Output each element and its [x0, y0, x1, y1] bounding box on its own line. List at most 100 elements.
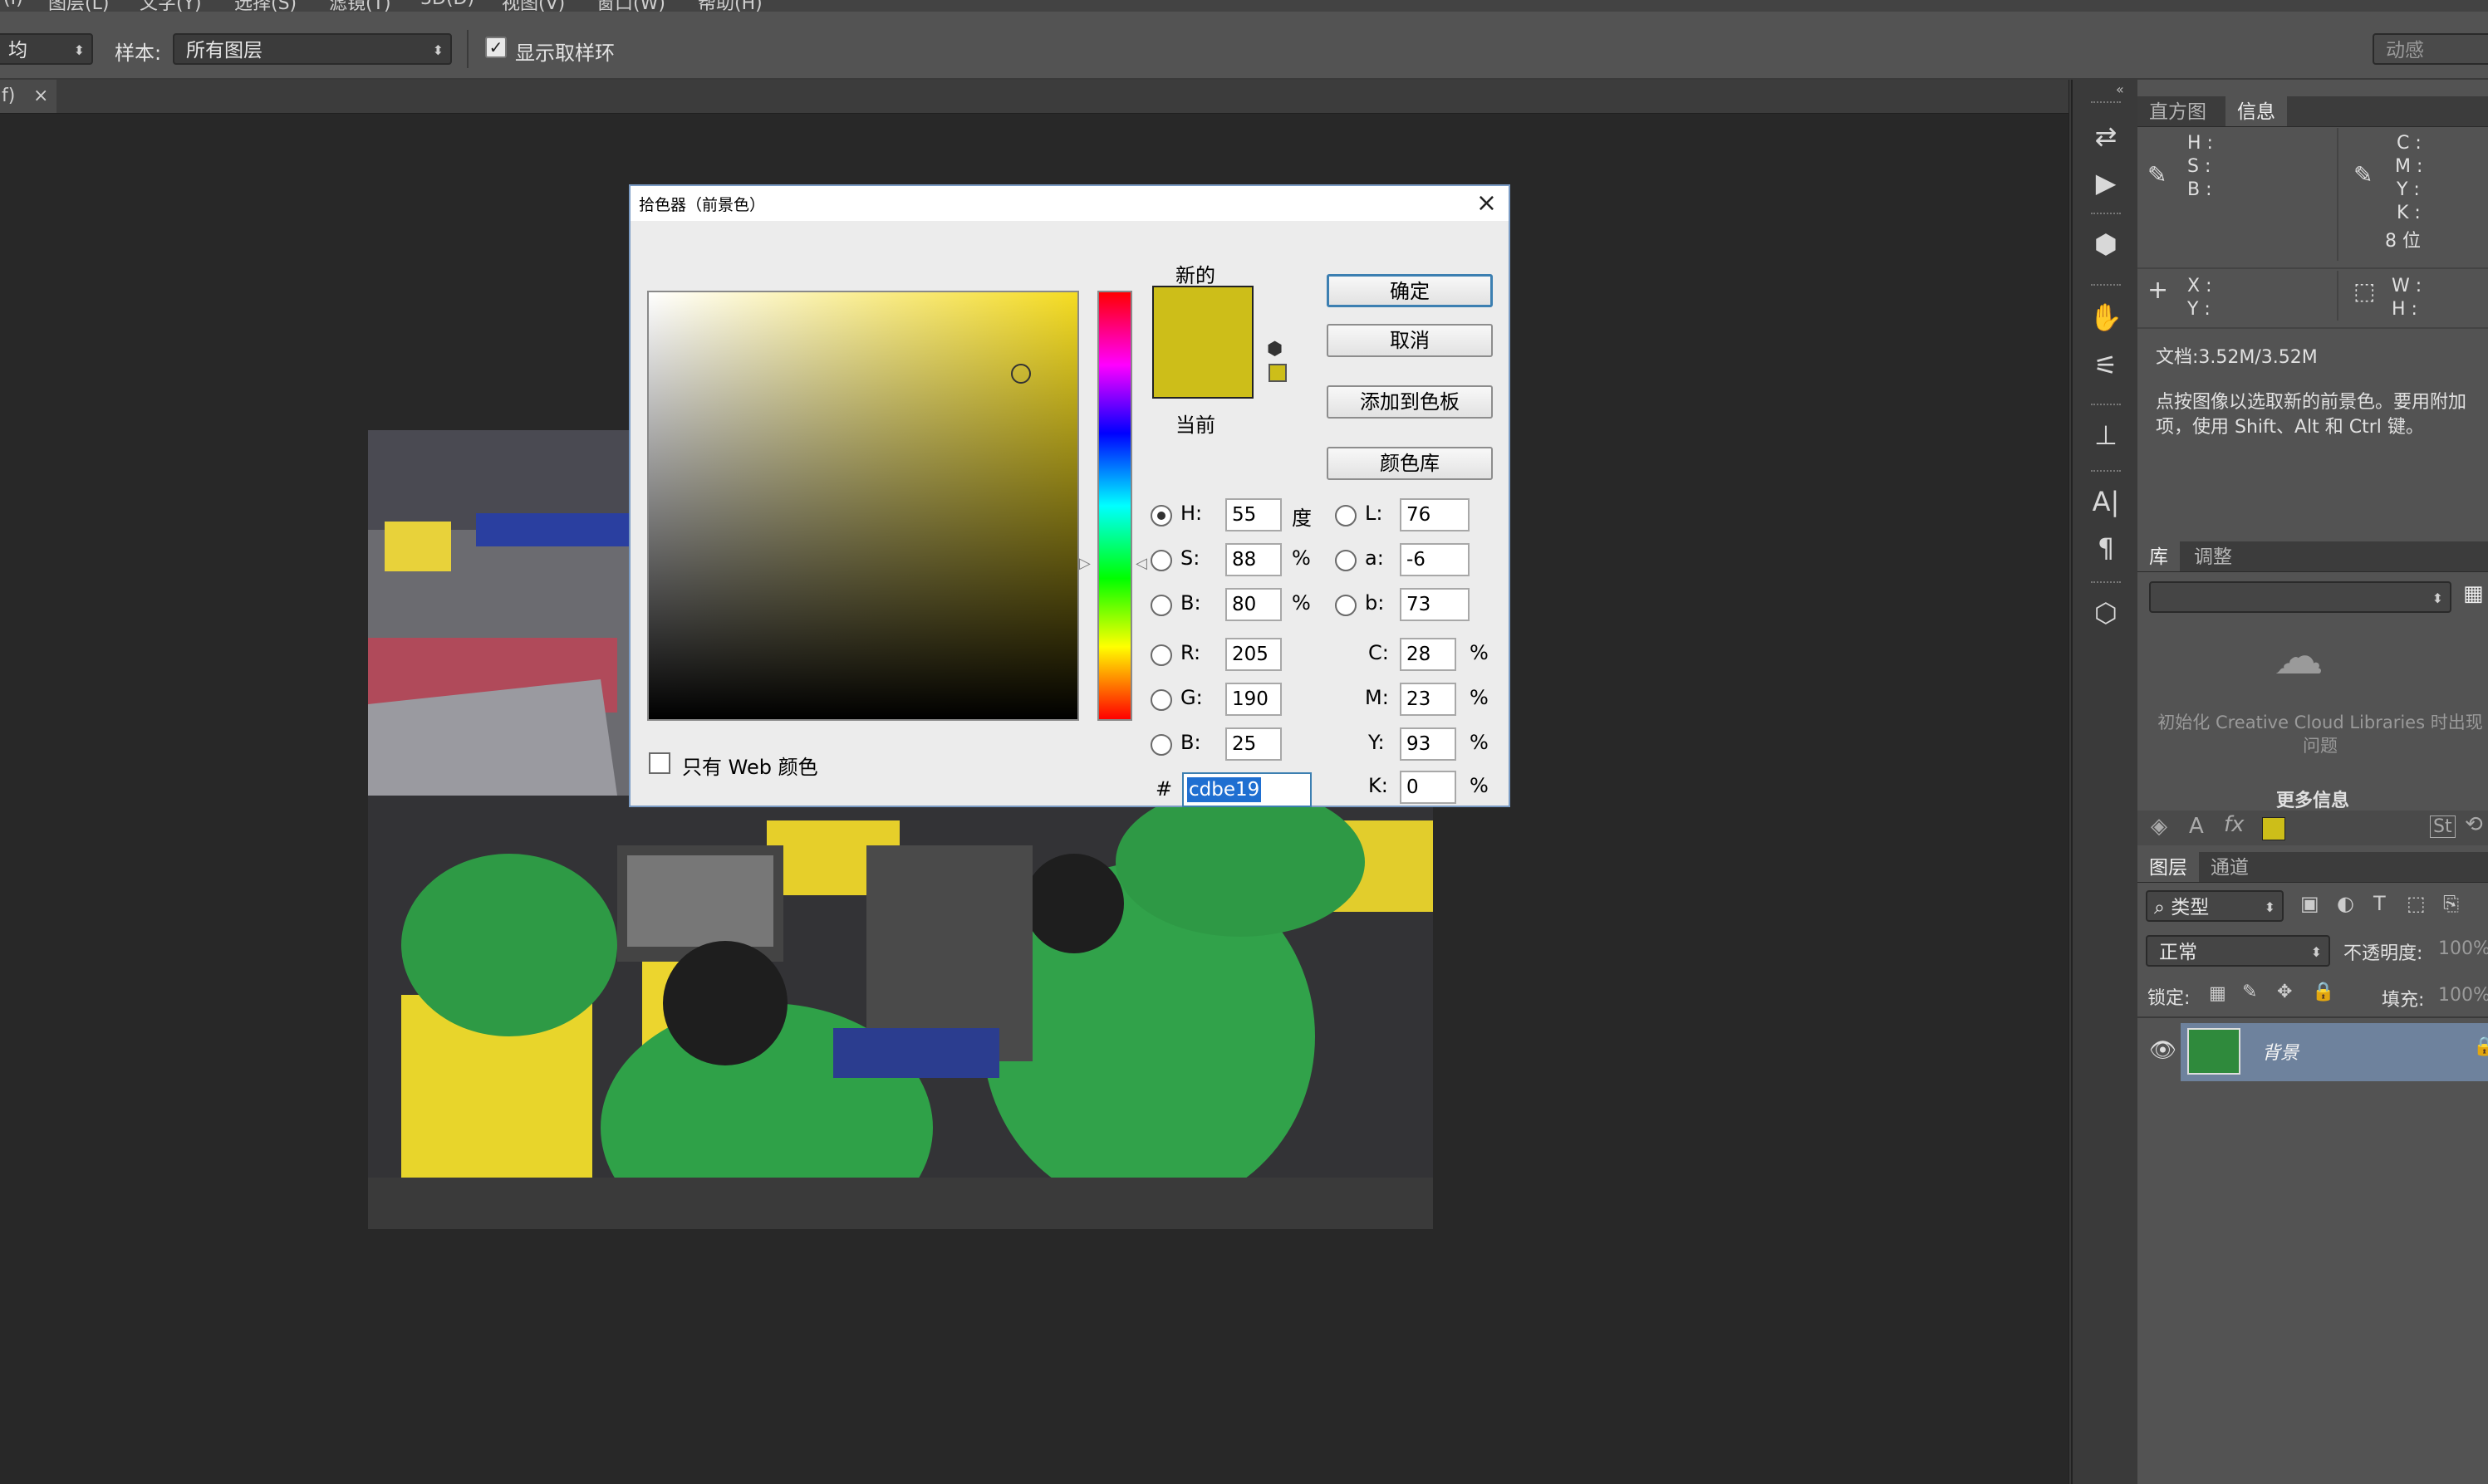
blend-mode-select[interactable]: 正常 ⬍: [2146, 935, 2330, 967]
r-field[interactable]: 205: [1225, 638, 1282, 671]
hue-slider-right-arrow-icon[interactable]: ◁: [1136, 555, 1147, 572]
grip[interactable]: [2091, 581, 2121, 588]
blue-field[interactable]: 25: [1225, 727, 1282, 761]
fill-field[interactable]: 100%: [2438, 985, 2488, 1006]
layer-kind-filter[interactable]: ⌕ 类型 ⬍: [2146, 890, 2284, 922]
s-field[interactable]: 88: [1225, 543, 1282, 576]
document-tab[interactable]: f) ×: [0, 80, 56, 113]
lock-paint-icon[interactable]: ✎: [2242, 982, 2257, 1002]
tab-histogram[interactable]: 直方图: [2137, 96, 2218, 126]
play-actions-icon[interactable]: ▶: [2088, 164, 2124, 201]
add-graphic-icon[interactable]: ◈: [2151, 814, 2167, 839]
3d-icon[interactable]: ⬢: [2088, 226, 2124, 262]
brush-settings-icon[interactable]: ⚟: [2088, 347, 2124, 384]
menu-item[interactable]: (I): [3, 0, 23, 9]
menu-item-view[interactable]: 视图(V): [502, 0, 565, 12]
more-info-link[interactable]: 更多信息: [2137, 786, 2488, 812]
opacity-field[interactable]: 100%: [2438, 938, 2488, 959]
grip[interactable]: [2091, 470, 2121, 477]
layer-row[interactable]: 👁 背景 🔒: [2137, 1023, 2488, 1081]
collapse-arrows-icon[interactable]: «: [2116, 81, 2124, 97]
ok-button[interactable]: 确定: [1327, 274, 1493, 307]
menu-item-3d[interactable]: 3D(D): [420, 0, 474, 9]
sample-layers-select[interactable]: 所有图层 ⬍: [173, 33, 452, 65]
add-text-icon[interactable]: A: [2189, 814, 2204, 839]
radio-a[interactable]: [1335, 550, 1357, 571]
tab-adjustments[interactable]: 调整: [2182, 541, 2244, 571]
tab-layers[interactable]: 图层: [2137, 852, 2199, 882]
saturation-brightness-field[interactable]: [647, 291, 1079, 721]
clone-source-icon[interactable]: ⊥: [2088, 417, 2124, 453]
lab-b-field[interactable]: 73: [1400, 588, 1470, 621]
brush-icon[interactable]: ✋: [2088, 299, 2124, 335]
filter-type-icon[interactable]: T: [2373, 892, 2386, 915]
menu-item-filter[interactable]: 滤镜(T): [329, 0, 391, 12]
hue-slider-left-arrow-icon[interactable]: ▷: [1079, 555, 1091, 572]
dialog-title-bar[interactable]: 拾色器（前景色） ×: [631, 186, 1509, 221]
gamut-swatch[interactable]: [1269, 364, 1287, 382]
menu-item-window[interactable]: 窗口(W): [596, 0, 665, 12]
grip[interactable]: [2091, 213, 2121, 219]
tab-channels[interactable]: 通道: [2199, 852, 2260, 882]
cancel-button[interactable]: 取消: [1327, 324, 1493, 357]
show-ring-checkbox[interactable]: ✓: [485, 37, 507, 58]
character-icon[interactable]: A|: [2088, 483, 2124, 520]
k-field[interactable]: 0: [1400, 771, 1456, 804]
m-field[interactable]: 23: [1400, 683, 1456, 716]
history-icon[interactable]: ⇄: [2088, 118, 2124, 154]
library-select[interactable]: ⬍: [2149, 581, 2451, 613]
radio-brightness[interactable]: [1151, 595, 1172, 616]
menu-item-help[interactable]: 帮助(H): [698, 0, 763, 12]
add-to-swatches-button[interactable]: 添加到色板: [1327, 385, 1493, 419]
tab-libraries[interactable]: 库: [2137, 541, 2180, 571]
c-field[interactable]: 28: [1400, 638, 1456, 671]
print-gamut-cube-icon[interactable]: ⬢: [1267, 339, 1283, 360]
radio-h[interactable]: [1151, 505, 1172, 527]
layer-name[interactable]: 背景: [2262, 1038, 2299, 1065]
filter-shape-icon[interactable]: ⬚: [2407, 892, 2426, 915]
menu-item-type[interactable]: 文字(Y): [140, 0, 202, 12]
current-color-swatch[interactable]: [1154, 342, 1252, 397]
menu-item-layer[interactable]: 图层(L): [48, 0, 109, 12]
lock-transparent-icon[interactable]: ▦: [2209, 983, 2226, 1004]
radio-r[interactable]: [1151, 644, 1172, 666]
filter-smart-object-icon[interactable]: ⎘: [2443, 892, 2459, 915]
hex-field[interactable]: cdbe19: [1182, 772, 1312, 807]
cube-icon[interactable]: ⬡: [2088, 595, 2124, 631]
add-effect-icon[interactable]: fx: [2224, 812, 2245, 837]
a-field[interactable]: -6: [1400, 543, 1470, 576]
radio-l[interactable]: [1335, 505, 1357, 527]
l-field[interactable]: 76: [1400, 498, 1470, 531]
sample-size-select[interactable]: 均 ⬍: [0, 33, 93, 65]
color-libraries-button[interactable]: 颜色库: [1327, 447, 1493, 480]
grid-view-icon[interactable]: ▦: [2463, 581, 2488, 611]
close-icon[interactable]: ×: [1476, 186, 1497, 221]
workspace-select[interactable]: 动感: [2373, 33, 2488, 65]
filter-adjustment-icon[interactable]: ◐: [2337, 892, 2354, 915]
radio-g[interactable]: [1151, 689, 1172, 711]
lock-move-icon[interactable]: ✥: [2277, 982, 2292, 1002]
add-color-swatch-icon[interactable]: [2262, 817, 2285, 840]
menu-item-select[interactable]: 选择(S): [234, 0, 297, 12]
lock-all-icon[interactable]: 🔒: [2312, 982, 2334, 1002]
grip[interactable]: [2091, 284, 2121, 291]
brightness-field[interactable]: 80: [1225, 588, 1282, 621]
h-field[interactable]: 55: [1225, 498, 1282, 531]
eye-icon[interactable]: 👁: [2149, 1038, 2176, 1063]
color-field-cursor[interactable]: [1011, 364, 1031, 384]
radio-blue[interactable]: [1151, 734, 1172, 756]
y-field[interactable]: 93: [1400, 727, 1456, 761]
grip[interactable]: [2091, 101, 2121, 108]
paragraph-icon[interactable]: ¶: [2088, 530, 2124, 566]
radio-s[interactable]: [1151, 550, 1172, 571]
filter-pixel-icon[interactable]: ▣: [2300, 892, 2319, 915]
tab-info[interactable]: 信息: [2225, 96, 2287, 126]
stock-icon[interactable]: St: [2430, 815, 2456, 838]
sync-icon[interactable]: ⟲: [2465, 812, 2483, 837]
radio-lab-b[interactable]: [1335, 595, 1357, 616]
web-only-checkbox[interactable]: [649, 752, 670, 774]
g-field[interactable]: 190: [1225, 683, 1282, 716]
close-icon[interactable]: ×: [33, 80, 48, 113]
grip[interactable]: [2091, 404, 2121, 410]
hue-slider[interactable]: [1097, 291, 1132, 721]
